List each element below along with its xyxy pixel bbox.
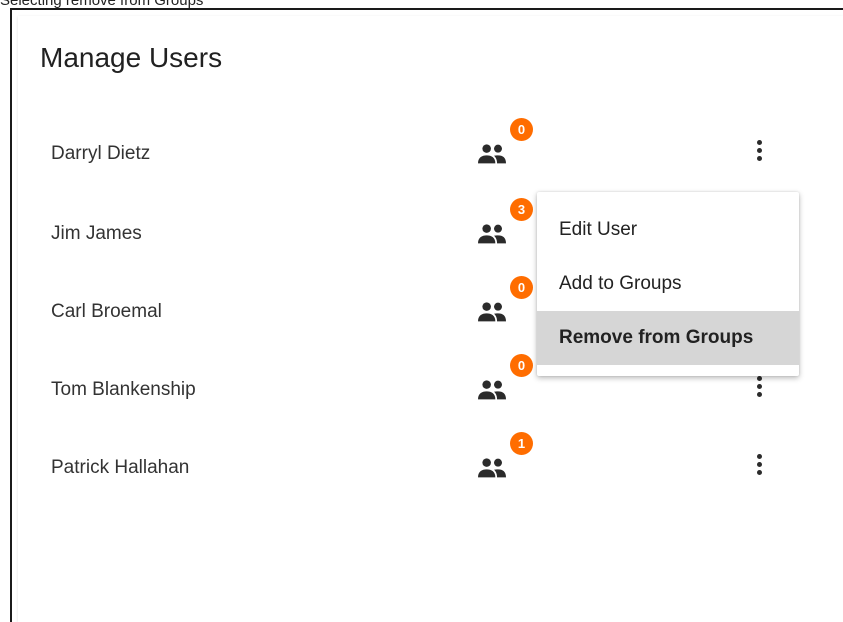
user-name: Tom Blankenship [51,379,196,400]
people-icon [478,144,506,164]
user-groups-button[interactable]: 0 [476,276,533,336]
people-icon [478,302,506,322]
menu-item-remove-from-groups[interactable]: Remove from Groups [537,311,799,365]
group-count-badge: 0 [510,354,533,377]
user-context-menu: Edit User Add to Groups Remove from Grou… [537,192,799,376]
more-vert-icon[interactable] [746,448,774,482]
group-count-badge: 3 [510,198,533,221]
user-name: Darryl Dietz [51,143,151,164]
menu-item-edit-user[interactable]: Edit User [537,203,799,257]
menu-item-add-to-groups[interactable]: Add to Groups [537,257,799,311]
user-groups-button[interactable]: 1 [476,432,533,492]
page-caption: Selecting remove from Groups [0,0,204,9]
user-row: Darryl Dietz 0 [18,114,843,192]
user-name: Carl Broemal [51,301,162,322]
user-row: Patrick Hallahan 1 [18,428,843,506]
people-icon [478,380,506,400]
group-count-badge: 1 [510,432,533,455]
user-name: Patrick Hallahan [51,457,190,478]
group-count-badge: 0 [510,118,533,141]
people-icon [478,458,506,478]
people-icon [478,224,506,244]
page-title: Manage Users [40,42,223,73]
user-groups-button[interactable]: 0 [476,118,533,178]
group-count-badge: 0 [510,276,533,299]
more-vert-icon[interactable] [746,134,774,168]
user-name: Jim James [51,223,142,244]
user-groups-button[interactable]: 0 [476,354,533,414]
user-groups-button[interactable]: 3 [476,198,533,258]
